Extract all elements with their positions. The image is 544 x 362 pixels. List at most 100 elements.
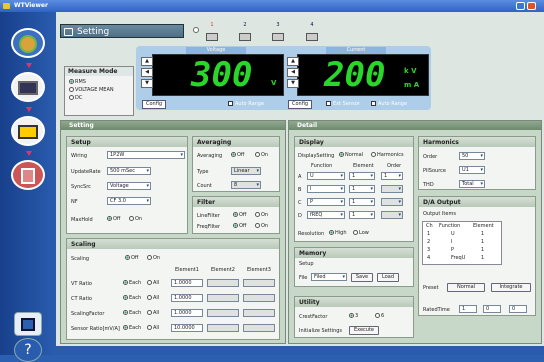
line-on-radio[interactable]: On (255, 212, 268, 218)
all-radio[interactable]: All (147, 295, 159, 301)
all-radio[interactable]: All (147, 310, 159, 316)
radio-icon (255, 152, 260, 157)
monitor-icon[interactable] (11, 116, 45, 146)
rated-minute-spinner[interactable]: 0 (483, 305, 501, 313)
radio-indicator[interactable] (193, 27, 199, 33)
radio-icon (329, 230, 334, 235)
order-select[interactable] (381, 211, 403, 219)
nf-select[interactable]: CF 3.0 (107, 197, 151, 205)
rated-hour-spinner[interactable]: 1 (459, 305, 477, 313)
crest-6-radio[interactable]: 6 (375, 313, 384, 319)
file-select[interactable]: Filed (311, 273, 347, 281)
line-off-radio[interactable]: Off (233, 212, 246, 218)
element3-input[interactable] (243, 324, 275, 332)
current-down-button[interactable]: ▼ (287, 79, 299, 88)
voltage-config-button[interactable]: Config (142, 100, 166, 109)
function-select[interactable]: I (307, 185, 345, 193)
element-1-button[interactable]: 1 (203, 22, 221, 41)
each-radio[interactable]: Each (123, 295, 141, 301)
element-3-button[interactable]: 3 (269, 22, 287, 41)
element-select[interactable]: 1 (349, 185, 375, 193)
all-radio[interactable]: All (147, 280, 159, 286)
voltage-left-button[interactable]: ◀ (141, 68, 153, 77)
order-select[interactable]: 50 (459, 152, 485, 160)
load-button[interactable]: Load (377, 273, 399, 282)
update-rate-select[interactable]: 500 mSec (107, 167, 151, 175)
display-title: Display (295, 137, 413, 147)
voltage-up-button[interactable]: ▲ (141, 57, 153, 66)
scaling-off-radio[interactable]: Off (125, 255, 138, 261)
element2-input[interactable] (207, 279, 239, 287)
scaling-on-radio[interactable]: On (147, 255, 160, 261)
dva-ch: 1 (427, 231, 431, 237)
element1-input[interactable]: 1.0000 (171, 294, 203, 302)
help-icon[interactable]: ? (14, 338, 42, 362)
maxhold-on-radio[interactable]: On (129, 216, 142, 222)
function-select[interactable]: U (307, 172, 345, 180)
element3-input[interactable] (243, 294, 275, 302)
element-select[interactable]: 1 (349, 198, 375, 206)
maxhold-off-radio[interactable]: Off (107, 216, 120, 222)
order-select[interactable]: 1 (381, 172, 403, 180)
avg-off-radio[interactable]: Off (231, 152, 244, 158)
sync-select[interactable]: Voltage (107, 182, 151, 190)
type-select[interactable]: Linear (231, 167, 261, 175)
save-button[interactable]: Save (351, 273, 373, 282)
freq-on-radio[interactable]: On (255, 223, 268, 229)
element2-input[interactable] (207, 324, 239, 332)
each-radio[interactable]: Each (123, 310, 141, 316)
element2-input[interactable] (207, 309, 239, 317)
order-select[interactable] (381, 185, 403, 193)
globe-icon[interactable] (11, 28, 45, 58)
current-left-button[interactable]: ◀ (287, 68, 299, 77)
crest-3-radio[interactable]: 3 (349, 313, 358, 319)
chip-icon[interactable] (11, 160, 45, 190)
count-select[interactable]: 8 (231, 181, 261, 189)
mode-dc-radio[interactable]: DC (69, 94, 129, 102)
element-4-button[interactable]: 4 (303, 22, 321, 41)
freq-off-radio[interactable]: Off (233, 223, 246, 229)
radio-icon (69, 87, 74, 92)
element2-input[interactable] (207, 294, 239, 302)
element-select[interactable]: 1 (349, 211, 375, 219)
mode-vmean-radio[interactable]: VOLTAGE MEAN (69, 86, 129, 94)
order-select[interactable] (381, 198, 403, 206)
current-auto-range-checkbox[interactable]: Auto Range (371, 101, 407, 107)
voltage-auto-range-checkbox[interactable]: Auto Range (228, 101, 264, 107)
element1-input[interactable]: 1.0000 (171, 279, 203, 287)
execute-button[interactable]: Execute (349, 326, 379, 335)
preset-integrate-button[interactable]: Integrate (491, 283, 531, 292)
minimize-button[interactable] (516, 2, 525, 10)
element1-input[interactable]: 10.0000 (171, 324, 203, 332)
rated-second-spinner[interactable]: 0 (509, 305, 527, 313)
element3-input[interactable] (243, 279, 275, 287)
avg-on-radio[interactable]: On (255, 152, 268, 158)
element3-input[interactable] (243, 309, 275, 317)
element-select[interactable]: 1 (349, 172, 375, 180)
voltage-down-button[interactable]: ▼ (141, 79, 153, 88)
display-harmonics-radio[interactable]: Harmonics (371, 152, 404, 158)
element-2-button[interactable]: 2 (236, 22, 254, 41)
each-radio[interactable]: Each (123, 280, 141, 286)
function-select[interactable]: fREQ (307, 211, 345, 219)
res-low-radio[interactable]: Low (353, 230, 369, 236)
each-radio[interactable]: Each (123, 325, 141, 331)
element1-input[interactable]: 1.0000 (171, 309, 203, 317)
thd-select[interactable]: Total (459, 180, 485, 188)
preset-normal-button[interactable]: Normal (447, 283, 485, 292)
monitor-icon[interactable] (11, 72, 45, 102)
wiring-select[interactable]: 1P2W (107, 151, 185, 159)
save-icon[interactable] (14, 312, 42, 336)
tab-setting[interactable]: Setting (60, 24, 184, 38)
col-element1: Element1 (175, 267, 199, 273)
display-normal-radio[interactable]: Normal (339, 152, 363, 158)
current-up-button[interactable]: ▲ (287, 57, 299, 66)
res-high-radio[interactable]: High (329, 230, 347, 236)
all-radio[interactable]: All (147, 325, 159, 331)
function-select[interactable]: P (307, 198, 345, 206)
current-config-button[interactable]: Config (288, 100, 312, 109)
mode-rms-radio[interactable]: RMS (69, 78, 129, 86)
close-button[interactable] (527, 2, 536, 10)
ext-sensor-checkbox[interactable]: Ext Sensor (326, 101, 360, 107)
pll-select[interactable]: U1 (459, 166, 485, 174)
